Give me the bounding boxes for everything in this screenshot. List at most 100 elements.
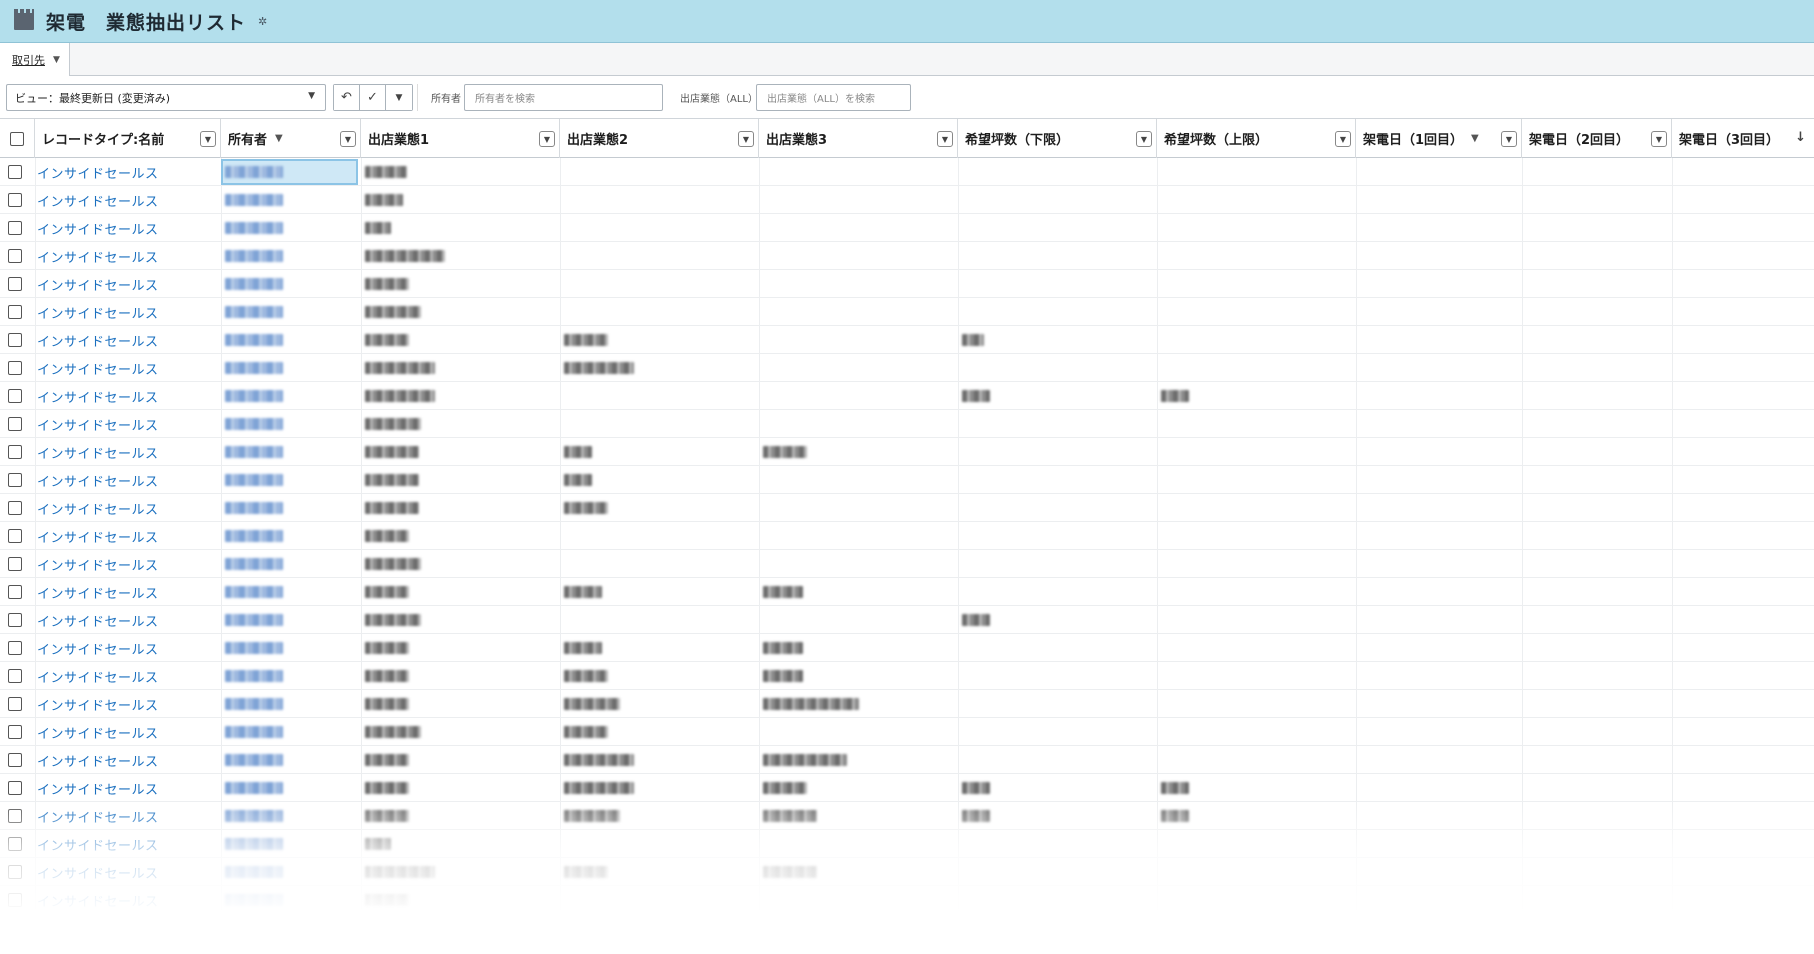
owner-cell[interactable] [225, 298, 283, 326]
column-header-owner[interactable]: 所有者 ▼ ▼ [221, 119, 361, 158]
area-min-cell[interactable] [962, 326, 984, 354]
area-max-cell[interactable] [1161, 382, 1189, 410]
category-filter-input[interactable]: 出店業態（ALL）を検索 [756, 84, 911, 111]
category-1-cell[interactable] [365, 746, 409, 774]
category-2-cell[interactable] [564, 494, 608, 522]
record-type-link[interactable]: インサイドセールス [37, 382, 159, 410]
category-3-cell[interactable] [763, 774, 807, 802]
row-checkbox[interactable] [8, 501, 22, 515]
record-type-link[interactable]: インサイドセールス [37, 578, 159, 606]
category-2-cell[interactable] [564, 354, 634, 382]
record-type-link[interactable]: インサイドセールス [37, 550, 159, 578]
column-menu-icon[interactable]: ▼ [200, 131, 216, 147]
row-checkbox[interactable] [8, 697, 22, 711]
row-checkbox[interactable] [8, 753, 22, 767]
area-min-cell[interactable] [962, 382, 990, 410]
owner-cell[interactable] [225, 830, 283, 858]
owner-cell[interactable] [225, 326, 283, 354]
owner-filter-input[interactable]: 所有者を検索 [464, 84, 663, 111]
column-header-call-date-2[interactable]: 架電日（2回目） ▼ [1522, 119, 1672, 158]
category-1-cell[interactable] [365, 802, 409, 830]
column-header-call-date-3[interactable]: 架電日（3回目） ↓ [1672, 119, 1814, 158]
table-row[interactable]: インサイドセールス [0, 298, 1814, 326]
table-row[interactable]: インサイドセールス [0, 550, 1814, 578]
category-2-cell[interactable] [564, 326, 608, 354]
owner-cell[interactable] [225, 550, 283, 578]
tab-accounts[interactable]: 取引先 ▼ [0, 43, 70, 76]
save-view-button[interactable]: ✓ [360, 85, 386, 110]
record-type-link[interactable]: インサイドセールス [37, 214, 159, 242]
table-row[interactable]: インサイドセールス [0, 578, 1814, 606]
table-row[interactable]: インサイドセールス [0, 718, 1814, 746]
category-3-cell[interactable] [763, 634, 803, 662]
row-checkbox[interactable] [8, 193, 22, 207]
row-checkbox[interactable] [8, 333, 22, 347]
category-1-cell[interactable] [365, 354, 435, 382]
table-row[interactable]: インサイドセールス [0, 186, 1814, 214]
chevron-down-icon[interactable]: ▼ [53, 55, 60, 65]
column-header-category-1[interactable]: 出店業態1 ▼ [361, 119, 560, 158]
owner-cell[interactable] [225, 690, 283, 718]
record-type-link[interactable]: インサイドセールス [37, 410, 159, 438]
category-3-cell[interactable] [763, 802, 817, 830]
row-checkbox[interactable] [8, 893, 22, 907]
record-type-link[interactable]: インサイドセールス [37, 606, 159, 634]
column-header-area-min[interactable]: 希望坪数（下限） ▼ [958, 119, 1157, 158]
record-type-link[interactable]: インサイドセールス [37, 858, 159, 886]
table-row[interactable]: インサイドセールス [0, 858, 1814, 886]
table-row[interactable]: インサイドセールス [0, 438, 1814, 466]
category-1-cell[interactable] [365, 662, 409, 690]
category-1-cell[interactable] [365, 186, 403, 214]
category-1-cell[interactable] [365, 158, 407, 186]
column-menu-icon[interactable]: ▼ [539, 131, 555, 147]
table-row[interactable]: インサイドセールス [0, 158, 1814, 186]
table-row[interactable]: インサイドセールス [0, 662, 1814, 690]
row-checkbox[interactable] [8, 837, 22, 851]
row-checkbox[interactable] [8, 557, 22, 571]
column-menu-icon[interactable]: ▼ [937, 131, 953, 147]
category-1-cell[interactable] [365, 494, 419, 522]
category-1-cell[interactable] [365, 214, 391, 242]
table-row[interactable]: インサイドセールス [0, 466, 1814, 494]
category-3-cell[interactable] [763, 578, 803, 606]
owner-cell[interactable] [225, 214, 283, 242]
row-checkbox[interactable] [8, 361, 22, 375]
record-type-link[interactable]: インサイドセールス [37, 298, 159, 326]
owner-cell[interactable] [225, 774, 283, 802]
area-max-cell[interactable] [1161, 802, 1189, 830]
table-row[interactable]: インサイドセールス [0, 886, 1814, 914]
row-checkbox[interactable] [8, 389, 22, 403]
category-1-cell[interactable] [365, 830, 391, 858]
row-checkbox[interactable] [8, 305, 22, 319]
record-type-link[interactable]: インサイドセールス [37, 746, 159, 774]
record-type-link[interactable]: インサイドセールス [37, 718, 159, 746]
category-1-cell[interactable] [365, 886, 409, 914]
table-row[interactable]: インサイドセールス [0, 382, 1814, 410]
record-type-link[interactable]: インサイドセールス [37, 774, 159, 802]
column-menu-icon[interactable]: ▼ [1335, 131, 1351, 147]
row-checkbox[interactable] [8, 417, 22, 431]
category-3-cell[interactable] [763, 438, 807, 466]
row-checkbox[interactable] [8, 585, 22, 599]
table-row[interactable]: インサイドセールス [0, 802, 1814, 830]
table-row[interactable]: インサイドセールス [0, 354, 1814, 382]
category-1-cell[interactable] [365, 298, 421, 326]
category-3-cell[interactable] [763, 662, 803, 690]
owner-cell[interactable] [225, 186, 283, 214]
record-type-link[interactable]: インサイドセールス [37, 690, 159, 718]
category-1-cell[interactable] [365, 858, 435, 886]
category-1-cell[interactable] [365, 466, 419, 494]
row-checkbox[interactable] [8, 669, 22, 683]
category-1-cell[interactable] [365, 382, 435, 410]
owner-cell[interactable] [225, 858, 283, 886]
category-1-cell[interactable] [365, 578, 409, 606]
column-header-category-2[interactable]: 出店業態2 ▼ [560, 119, 759, 158]
owner-cell[interactable] [225, 410, 283, 438]
row-checkbox[interactable] [8, 725, 22, 739]
table-row[interactable]: インサイドセールス [0, 494, 1814, 522]
category-2-cell[interactable] [564, 690, 620, 718]
view-menu-button[interactable]: ▼ [386, 85, 412, 110]
category-1-cell[interactable] [365, 550, 421, 578]
area-max-cell[interactable] [1161, 774, 1189, 802]
table-row[interactable]: インサイドセールス [0, 270, 1814, 298]
